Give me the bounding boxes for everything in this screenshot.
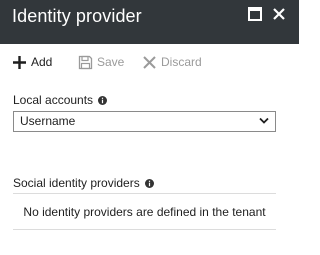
- discard-button-label: Discard: [161, 55, 202, 69]
- local-accounts-label: Local accounts: [13, 93, 108, 107]
- info-icon[interactable]: [144, 178, 154, 188]
- providers-divider-top: [13, 193, 276, 194]
- save-icon: [78, 55, 93, 69]
- social-providers-label: Social identity providers: [13, 176, 154, 190]
- save-button-label: Save: [97, 55, 125, 69]
- social-providers-label-text: Social identity providers: [13, 176, 140, 190]
- local-accounts-selected-value: Username: [20, 114, 76, 128]
- discard-button[interactable]: Discard: [142, 53, 202, 71]
- add-button-label: Add: [31, 55, 53, 69]
- title-bar: Identity provider: [0, 0, 299, 44]
- discard-icon: [143, 55, 156, 69]
- local-accounts-select[interactable]: Username: [13, 111, 276, 132]
- close-icon[interactable]: [272, 7, 286, 21]
- maximize-icon[interactable]: [248, 7, 262, 21]
- command-toolbar: Add Save Discard: [0, 44, 299, 80]
- providers-empty-message: No identity providers are defined in the…: [23, 205, 266, 219]
- info-icon[interactable]: [98, 95, 108, 105]
- page-title: Identity provider: [12, 6, 142, 26]
- chevron-down-icon: [259, 117, 269, 124]
- add-button[interactable]: Add: [12, 53, 52, 71]
- save-button[interactable]: Save: [78, 53, 124, 71]
- plus-icon: [13, 55, 26, 69]
- providers-divider-bottom: [13, 229, 276, 230]
- local-accounts-label-text: Local accounts: [13, 93, 94, 107]
